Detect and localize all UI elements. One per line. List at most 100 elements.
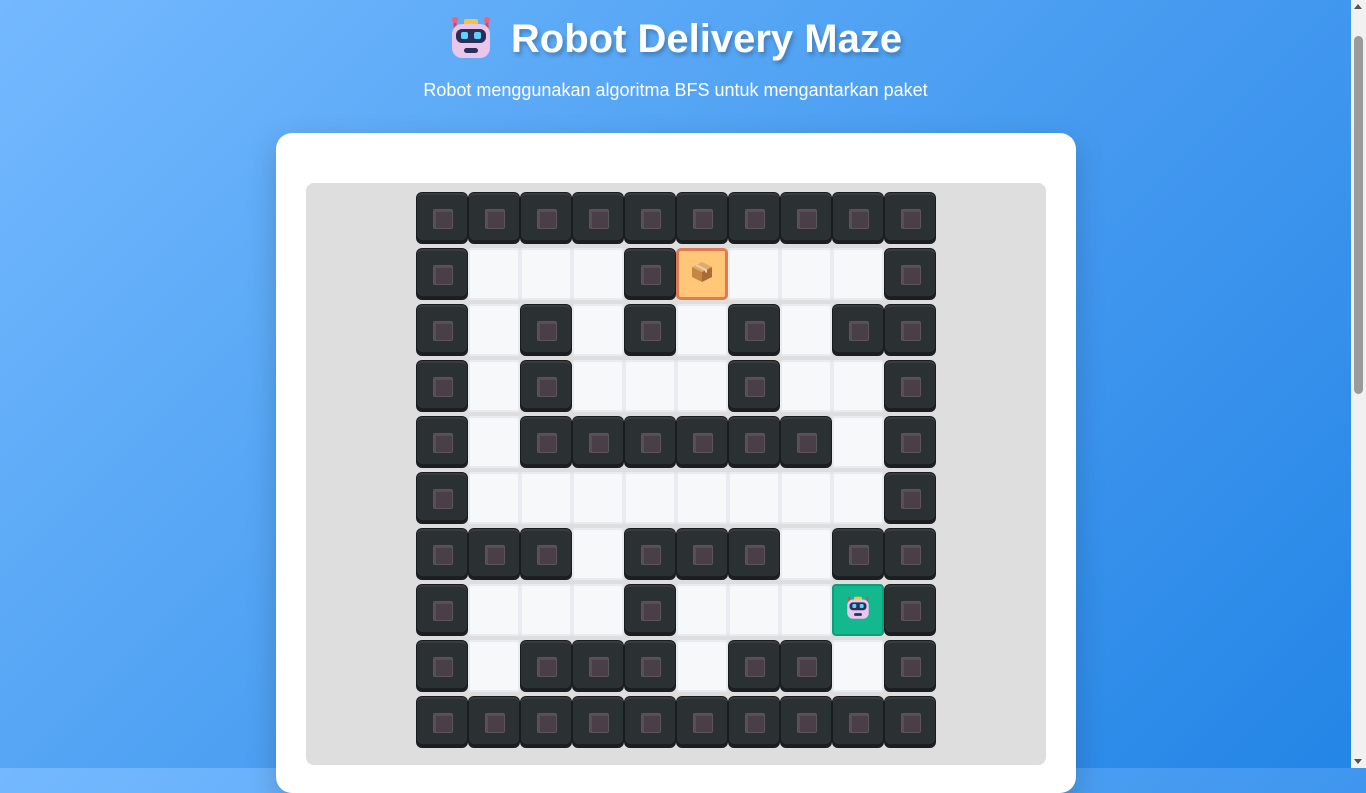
maze-cell-wall (468, 528, 520, 580)
maze-cell-path (676, 304, 728, 356)
maze-cell-wall (884, 416, 936, 468)
maze-cell-path (468, 640, 520, 692)
maze-cell-path (676, 584, 728, 636)
maze-cell-wall (624, 696, 676, 748)
maze-cell-path (832, 248, 884, 300)
maze-cell-wall (624, 192, 676, 244)
maze-cell-path (520, 248, 572, 300)
maze-cell-wall (416, 192, 468, 244)
maze-cell-wall (520, 192, 572, 244)
maze-cell-wall (832, 696, 884, 748)
maze-cell-wall (416, 472, 468, 524)
maze-cell-wall (468, 696, 520, 748)
maze-cell-path (572, 304, 624, 356)
maze-cell-wall (572, 696, 624, 748)
maze-cell-wall (676, 696, 728, 748)
maze-cell-path (780, 528, 832, 580)
maze-cell-wall (780, 640, 832, 692)
maze-cell-wall (728, 304, 780, 356)
maze-cell-wall (728, 192, 780, 244)
maze-cell-path (780, 584, 832, 636)
maze-cell-wall (832, 192, 884, 244)
scrollbar-thumb[interactable] (1354, 36, 1363, 394)
scroll-down-arrow-icon[interactable] (1354, 759, 1362, 764)
maze-cell-wall (884, 248, 936, 300)
title-row: Robot Delivery Maze (0, 14, 1351, 64)
maze-cell-path (832, 360, 884, 412)
maze-cell-wall (572, 640, 624, 692)
maze-cell-path (780, 304, 832, 356)
maze-cell-wall (884, 360, 936, 412)
maze-cell-path (468, 248, 520, 300)
maze-cell-wall (572, 416, 624, 468)
maze-cell-wall (780, 696, 832, 748)
maze-card (276, 133, 1076, 793)
maze-cell-wall (780, 192, 832, 244)
maze-cell-wall (520, 696, 572, 748)
maze-cell-wall (728, 528, 780, 580)
maze-cell-wall (416, 248, 468, 300)
maze-cell-wall (780, 416, 832, 468)
maze-cell-path (832, 472, 884, 524)
maze-cell-wall (884, 528, 936, 580)
maze-cell-wall (728, 360, 780, 412)
maze-cell-wall (520, 304, 572, 356)
maze-cell-path (624, 472, 676, 524)
maze-cell-wall (520, 640, 572, 692)
maze-cell-wall (884, 192, 936, 244)
maze-cell-wall (624, 640, 676, 692)
maze-cell-path (728, 248, 780, 300)
maze-cell-path (572, 584, 624, 636)
maze-cell-wall (728, 640, 780, 692)
maze-cell-path (676, 360, 728, 412)
maze-cell-wall (624, 304, 676, 356)
maze-cell-wall (416, 584, 468, 636)
maze-cell-wall (416, 696, 468, 748)
maze-cell-path (832, 640, 884, 692)
maze-cell-path (780, 360, 832, 412)
vertical-scrollbar[interactable] (1351, 0, 1366, 768)
maze-cell-wall (624, 528, 676, 580)
maze-cell-wall (416, 528, 468, 580)
maze-cell-wall (884, 640, 936, 692)
maze-cell-wall (624, 416, 676, 468)
maze-cell-path (572, 528, 624, 580)
robot-icon (449, 16, 493, 62)
maze-cell-wall (572, 192, 624, 244)
maze-cell-wall (676, 192, 728, 244)
maze-cell-path (468, 584, 520, 636)
maze-cell-wall (884, 304, 936, 356)
maze-cell-wall (676, 416, 728, 468)
maze-cell-wall (416, 360, 468, 412)
maze-cell-path (728, 472, 780, 524)
maze-cell-path (832, 416, 884, 468)
maze-cell-wall (884, 696, 936, 748)
maze-cell-wall (520, 528, 572, 580)
maze-cell-wall (832, 304, 884, 356)
page-title: Robot Delivery Maze (510, 16, 903, 61)
maze-cell-wall (416, 640, 468, 692)
maze-cell-path (780, 472, 832, 524)
maze-cell-path (468, 360, 520, 412)
maze-cell-wall (468, 192, 520, 244)
maze-cell-wall (624, 248, 676, 300)
maze-cell-wall (728, 416, 780, 468)
maze-cell-wall (520, 360, 572, 412)
maze-cell-wall (624, 584, 676, 636)
maze-cell-path (468, 304, 520, 356)
maze-cell-path (468, 416, 520, 468)
maze-cell-path (780, 248, 832, 300)
maze-cell-path (468, 472, 520, 524)
maze-cell-wall (676, 528, 728, 580)
maze-cell-wall (884, 472, 936, 524)
maze-cell-path (624, 360, 676, 412)
maze-cell-path (676, 640, 728, 692)
maze-cell-path (520, 472, 572, 524)
maze-cell-wall (728, 696, 780, 748)
maze-cell-path (572, 360, 624, 412)
scroll-up-arrow-icon[interactable] (1354, 4, 1362, 9)
maze-cell-path (572, 248, 624, 300)
maze-cell-path (520, 584, 572, 636)
maze-cell-robot (832, 584, 884, 636)
maze-cell-path (572, 472, 624, 524)
